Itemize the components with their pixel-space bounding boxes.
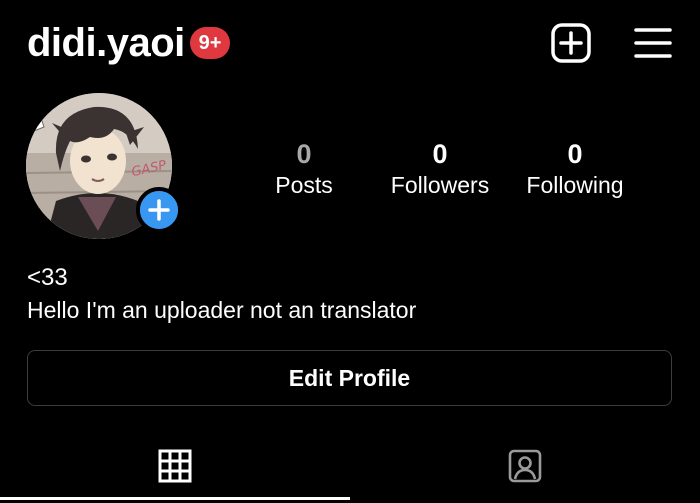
posts-count: 0 — [296, 139, 312, 169]
profile-display-name: <33 — [27, 264, 68, 291]
edit-profile-button[interactable]: Edit Profile — [27, 350, 672, 406]
top-bar: didi.yaoi 9+ — [0, 0, 700, 90]
profile-screen: didi.yaoi 9+ GASP 0 Posts 0 Followers 0 … — [0, 0, 700, 503]
plus-icon — [140, 191, 178, 229]
tab-tagged[interactable] — [350, 440, 700, 503]
menu-button[interactable] — [632, 22, 674, 64]
posts-label: Posts — [275, 172, 333, 198]
tab-posts-grid[interactable] — [0, 440, 350, 503]
profile-bio: Hello I'm an uploader not an translator — [27, 297, 417, 323]
hamburger-menu-icon — [634, 28, 672, 58]
posts-stat: 0 Posts — [264, 138, 344, 200]
profile-avatar[interactable]: GASP — [26, 93, 182, 243]
add-story-button[interactable] — [136, 187, 182, 233]
following-stat[interactable]: 0 Following — [514, 138, 636, 200]
grid-icon — [158, 449, 192, 483]
plus-square-icon — [551, 23, 591, 63]
profile-username[interactable]: didi.yaoi — [27, 19, 185, 67]
tagged-user-icon — [508, 449, 542, 483]
followers-label: Followers — [390, 172, 490, 198]
create-post-button[interactable] — [550, 22, 592, 64]
followers-count: 0 — [432, 139, 448, 169]
following-label: Following — [526, 172, 624, 198]
selected-tab-indicator — [0, 497, 350, 500]
profile-tabs — [0, 440, 700, 503]
following-count: 0 — [567, 139, 583, 169]
followers-stat[interactable]: 0 Followers — [380, 138, 500, 200]
notification-badge[interactable]: 9+ — [190, 27, 230, 59]
